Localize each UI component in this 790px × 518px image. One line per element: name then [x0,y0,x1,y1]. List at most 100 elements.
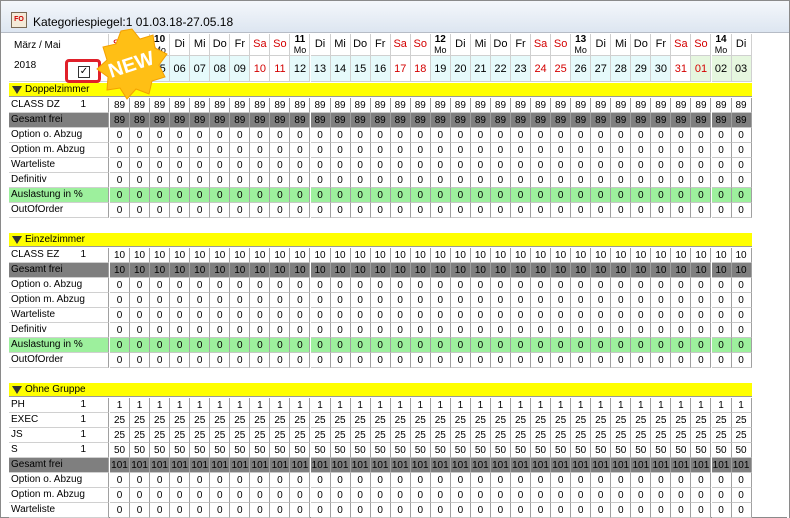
value-cell[interactable]: 25 [531,428,552,443]
value-cell[interactable]: 50 [130,443,151,458]
value-cell[interactable]: 101 [651,458,672,473]
value-cell[interactable]: 0 [691,203,712,218]
value-cell[interactable]: 101 [190,458,211,473]
value-cell[interactable]: 0 [170,128,191,143]
value-cell[interactable]: 0 [531,338,552,353]
value-cell[interactable]: 0 [270,308,291,323]
value-cell[interactable]: 0 [511,323,532,338]
value-cell[interactable]: 0 [430,143,451,158]
value-cell[interactable]: 101 [150,458,171,473]
value-cell[interactable]: 0 [691,353,712,368]
value-cell[interactable]: 0 [190,473,211,488]
value-cell[interactable]: 0 [631,173,652,188]
value-cell[interactable]: 0 [230,488,251,503]
value-cell[interactable]: 0 [651,473,672,488]
value-cell[interactable]: 0 [330,158,351,173]
value-cell[interactable]: 0 [350,293,371,308]
value-cell[interactable]: 0 [470,293,491,308]
value-cell[interactable]: 0 [511,203,532,218]
value-cell[interactable]: 0 [711,488,732,503]
value-cell[interactable]: 10 [330,248,351,263]
value-cell[interactable]: 0 [631,203,652,218]
value-cell[interactable]: 0 [290,308,311,323]
value-cell[interactable]: 0 [370,143,391,158]
value-cell[interactable]: 0 [531,203,552,218]
value-cell[interactable]: 10 [711,248,732,263]
value-cell[interactable]: 0 [250,128,271,143]
value-cell[interactable]: 0 [531,128,552,143]
value-cell[interactable]: 0 [591,278,612,293]
value-cell[interactable]: 0 [210,188,231,203]
value-cell[interactable]: 25 [671,428,692,443]
value-cell[interactable]: 25 [591,428,612,443]
value-cell[interactable]: 0 [611,293,632,308]
value-cell[interactable]: 0 [450,173,471,188]
value-cell[interactable]: 10 [531,263,552,278]
value-cell[interactable]: 10 [571,263,592,278]
value-cell[interactable]: 0 [611,278,632,293]
value-cell[interactable]: 0 [130,503,151,518]
value-cell[interactable]: 0 [511,173,532,188]
value-cell[interactable]: 0 [270,338,291,353]
value-cell[interactable]: 0 [290,323,311,338]
value-cell[interactable]: 0 [410,128,431,143]
value-cell[interactable]: 10 [230,248,251,263]
day-date[interactable]: 01 [691,56,712,82]
value-cell[interactable]: 10 [511,263,532,278]
value-cell[interactable]: 89 [410,98,431,113]
value-cell[interactable]: 0 [150,503,171,518]
value-cell[interactable]: 0 [551,338,572,353]
value-cell[interactable]: 0 [330,173,351,188]
value-cell[interactable]: 25 [270,413,291,428]
value-cell[interactable]: 0 [150,323,171,338]
value-cell[interactable]: 0 [731,293,752,308]
value-cell[interactable]: 0 [330,143,351,158]
value-cell[interactable]: 101 [490,458,511,473]
value-cell[interactable]: 0 [270,503,291,518]
value-cell[interactable]: 0 [611,353,632,368]
value-cell[interactable]: 0 [551,323,572,338]
value-cell[interactable]: 101 [671,458,692,473]
value-cell[interactable]: 0 [410,308,431,323]
value-cell[interactable]: 0 [290,158,311,173]
value-cell[interactable]: 0 [651,323,672,338]
value-cell[interactable]: 0 [470,188,491,203]
value-cell[interactable]: 0 [490,503,511,518]
value-cell[interactable]: 0 [410,338,431,353]
value-cell[interactable]: 0 [410,323,431,338]
value-cell[interactable]: 0 [470,143,491,158]
value-cell[interactable]: 0 [410,143,431,158]
value-cell[interactable]: 1 [430,398,451,413]
value-cell[interactable]: 0 [511,128,532,143]
value-cell[interactable]: 50 [511,443,532,458]
value-cell[interactable]: 0 [531,488,552,503]
value-cell[interactable]: 0 [210,338,231,353]
value-cell[interactable]: 0 [551,188,572,203]
value-cell[interactable]: 10 [390,263,411,278]
value-cell[interactable]: 50 [430,443,451,458]
value-cell[interactable]: 0 [270,323,291,338]
value-cell[interactable]: 0 [290,488,311,503]
value-cell[interactable]: 1 [551,398,572,413]
value-cell[interactable]: 0 [250,203,271,218]
value-cell[interactable]: 0 [731,278,752,293]
value-cell[interactable]: 0 [691,158,712,173]
value-cell[interactable]: 0 [170,503,191,518]
value-cell[interactable]: 25 [511,413,532,428]
value-cell[interactable]: 1 [370,398,391,413]
value-cell[interactable]: 0 [210,308,231,323]
value-cell[interactable]: 0 [310,488,331,503]
value-cell[interactable]: 0 [611,488,632,503]
value-cell[interactable]: 0 [511,158,532,173]
value-cell[interactable]: 101 [170,458,191,473]
value-cell[interactable]: 25 [490,413,511,428]
value-cell[interactable]: 25 [190,413,211,428]
value-cell[interactable]: 50 [390,443,411,458]
day-date[interactable]: 15 [350,56,371,82]
value-cell[interactable]: 0 [210,353,231,368]
value-cell[interactable]: 0 [611,503,632,518]
value-cell[interactable]: 10 [150,263,171,278]
value-cell[interactable]: 0 [270,488,291,503]
value-cell[interactable]: 25 [270,428,291,443]
value-cell[interactable]: 25 [631,413,652,428]
